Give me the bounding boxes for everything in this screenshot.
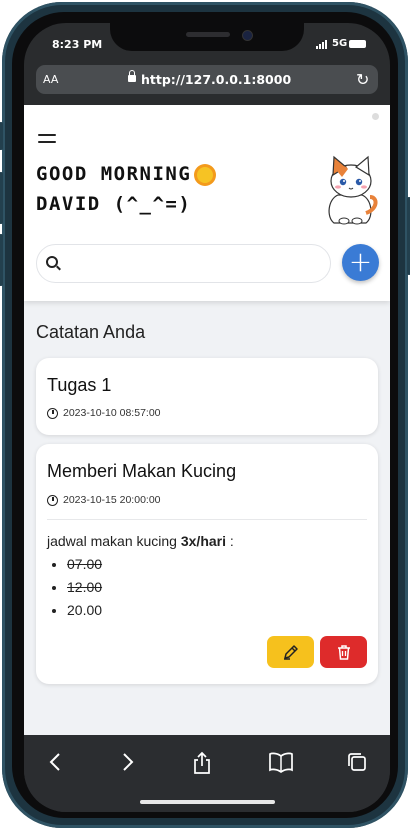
- greeting-line2: DAVID (^_^=): [36, 193, 192, 215]
- list-item: 12.00: [67, 576, 234, 599]
- list-item: 07.00: [67, 553, 234, 576]
- note-date-text: 2023-10-15 20:00:00: [63, 494, 161, 506]
- lock-icon: [128, 70, 136, 82]
- notch: [110, 23, 304, 51]
- mute-switch: [0, 122, 3, 150]
- browser-toolbar: [24, 735, 390, 812]
- search-input[interactable]: [67, 251, 321, 277]
- text-size-button[interactable]: AA: [43, 73, 58, 86]
- share-icon[interactable]: [191, 751, 213, 775]
- bookmarks-icon[interactable]: [268, 751, 294, 773]
- body-suffix: :: [226, 533, 234, 549]
- address-bar[interactable]: AA http://127.0.0.1:8000 ↻: [36, 65, 378, 94]
- note-title: Tugas 1: [47, 375, 112, 395]
- home-indicator: [140, 800, 275, 804]
- speaker: [186, 32, 230, 37]
- scroll-indicator: [372, 113, 379, 120]
- body-prefix: jadwal makan kucing: [47, 533, 181, 549]
- sun-icon: [197, 166, 214, 183]
- front-camera: [242, 30, 253, 41]
- greeting-line1: GOOD MORNING: [36, 163, 192, 185]
- section-title: Catatan Anda: [36, 322, 146, 342]
- search-icon: [46, 256, 58, 268]
- schedule-list: 07.00 12.00 20.00: [47, 553, 234, 622]
- body-bold: 3x/hari: [180, 533, 226, 549]
- signal-icon: [316, 40, 327, 49]
- forward-icon[interactable]: [117, 751, 137, 773]
- list-item: 20.00: [67, 599, 234, 622]
- web-content: GOOD MORNING DAVID (^_^=) + Catatan Anda…: [24, 105, 390, 735]
- add-note-button[interactable]: +: [342, 244, 379, 281]
- network-label: 5G: [332, 38, 348, 49]
- note-card[interactable]: Memberi Makan Kucing 2023-10-15 20:00:00…: [36, 444, 378, 684]
- cat-mascot-icon: [328, 155, 378, 225]
- divider: [47, 519, 367, 520]
- phone-frame: 8:23 PM 5G AA http://127.0.0.1:8000 ↻ GO…: [0, 2, 410, 828]
- note-date: 2023-10-15 20:00:00: [47, 494, 161, 506]
- status-time: 8:23 PM: [52, 38, 103, 51]
- reload-icon[interactable]: ↻: [356, 70, 369, 89]
- trash-icon: [337, 645, 350, 660]
- battery-icon: [349, 40, 366, 48]
- greeting: GOOD MORNING DAVID (^_^=): [36, 159, 214, 219]
- back-icon[interactable]: [46, 751, 66, 773]
- delete-button[interactable]: [320, 636, 367, 668]
- note-body-text: jadwal makan kucing 3x/hari :: [47, 533, 234, 549]
- volume-up-button: [0, 172, 3, 224]
- clock-icon: [47, 407, 58, 419]
- edit-button[interactable]: [267, 636, 314, 668]
- app-header: GOOD MORNING DAVID (^_^=) +: [24, 105, 390, 301]
- volume-down-button: [0, 234, 3, 286]
- screen: 8:23 PM 5G AA http://127.0.0.1:8000 ↻ GO…: [24, 23, 390, 812]
- url-text[interactable]: http://127.0.0.1:8000: [141, 72, 291, 87]
- search-bar[interactable]: [36, 244, 331, 283]
- note-title: Memberi Makan Kucing: [47, 461, 237, 481]
- note-body: jadwal makan kucing 3x/hari : 07.00 12.0…: [47, 533, 234, 622]
- menu-icon[interactable]: [38, 134, 56, 148]
- note-card[interactable]: Tugas 1 2023-10-10 08:57:00: [36, 358, 378, 435]
- note-date: 2023-10-10 08:57:00: [47, 407, 161, 419]
- clock-icon: [47, 494, 58, 506]
- status-bar: 8:23 PM 5G: [24, 23, 390, 71]
- tabs-icon[interactable]: [346, 751, 368, 773]
- note-date-text: 2023-10-10 08:57:00: [63, 407, 161, 419]
- edit-icon: [283, 645, 298, 660]
